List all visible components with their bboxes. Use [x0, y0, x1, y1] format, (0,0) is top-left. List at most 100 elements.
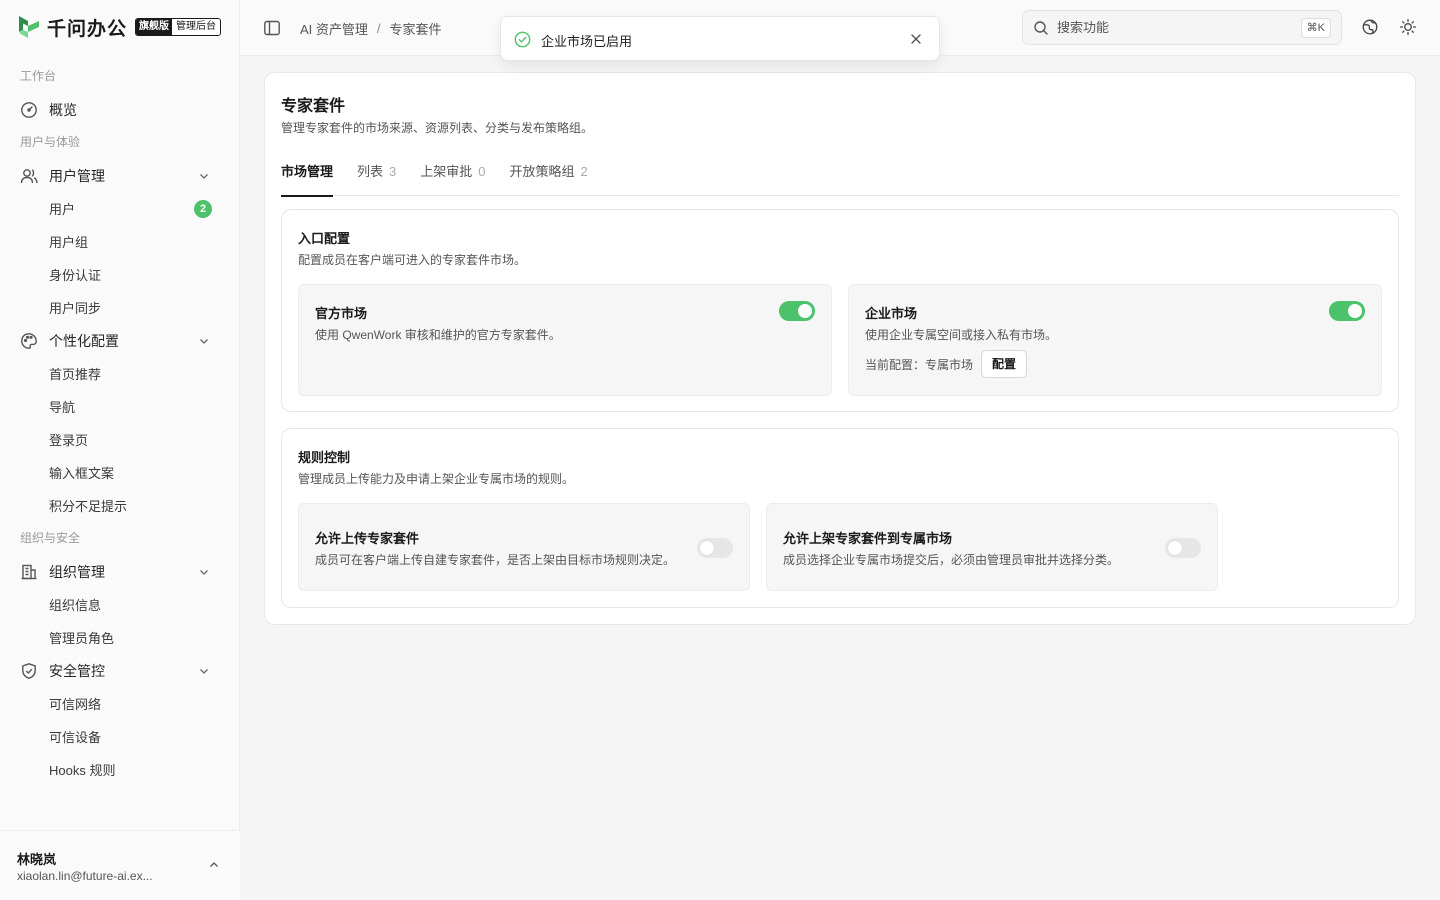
section-label-user-experience: 用户与体验	[20, 135, 81, 149]
sidebar-nav: 工作台 概览 用户与体验 用户管理 用户 2 用户组 身份认证 用户同步 个性化…	[0, 60, 240, 786]
breadcrumb-item-ai-assets[interactable]: AI 资产管理	[300, 19, 368, 38]
sidebar-item-user-groups[interactable]: 用户组	[0, 225, 240, 258]
tab-count: 0	[478, 164, 486, 179]
chevron-down-icon	[200, 174, 208, 179]
section-label-workbench: 工作台	[20, 69, 57, 83]
sidebar-item-org-info[interactable]: 组织信息	[0, 588, 240, 621]
sidebar-item-label: 导航	[49, 400, 76, 415]
user-account-menu[interactable]: 林晓岚 xiaolan.lin@future-ai.ex...	[0, 830, 240, 900]
success-toast: 企业市场已启用	[500, 16, 940, 61]
sidebar-item-label: 可信设备	[49, 730, 102, 745]
sidebar-item-users[interactable]: 用户 2	[0, 192, 240, 225]
building-icon	[21, 564, 37, 579]
sun-icon[interactable]	[1399, 18, 1417, 36]
breadcrumb-separator: /	[376, 21, 381, 36]
section-title: 规则控制	[298, 450, 351, 465]
tab-market-management[interactable]: 市场管理	[281, 158, 334, 197]
sidebar-group-label: 用户管理	[49, 167, 105, 184]
toggle-knob	[798, 304, 812, 318]
main-panel: 专家套件 管理专家套件的市场来源、资源列表、分类与发布策略组。 市场管理 列表 3…	[264, 72, 1416, 625]
sidebar-item-label: 首页推荐	[49, 367, 102, 382]
allow-publish-toggle[interactable]	[1165, 538, 1201, 558]
sidebar-group-label: 组织管理	[49, 563, 105, 580]
sidebar-item-label: 输入框文案	[49, 466, 115, 481]
sidebar: 千问办公 旗舰版 管理后台 工作台 概览 用户与体验 用户管理 用户 2 用户组…	[0, 0, 240, 900]
close-icon[interactable]	[910, 33, 922, 45]
sidebar-item-label: 用户同步	[49, 301, 102, 316]
sidebar-item-admin-roles[interactable]: 管理员角色	[0, 621, 240, 654]
page-description: 管理专家套件的市场来源、资源列表、分类与发布策略组。	[281, 121, 594, 135]
tab-label: 开放策略组	[509, 164, 575, 179]
option-title: 官方市场	[315, 306, 368, 321]
chevron-down-icon	[200, 570, 208, 575]
allow-upload-toggle[interactable]	[697, 538, 733, 558]
tab-open-policy-groups[interactable]: 开放策略组 2	[510, 158, 588, 196]
chevron-down-icon	[200, 669, 208, 674]
option-description: 成员选择企业专属市场提交后，必须由管理员审批并选择分类。	[783, 553, 1120, 567]
sidebar-item-label: 登录页	[49, 433, 89, 448]
chevron-up-icon	[210, 862, 218, 867]
sidebar-item-user-sync[interactable]: 用户同步	[0, 291, 240, 324]
section-description: 配置成员在客户端可进入的专家套件市场。	[298, 253, 527, 267]
option-description: 使用企业专属空间或接入私有市场。	[865, 328, 1058, 342]
sidebar-item-label: 概览	[49, 101, 77, 118]
sidebar-toggle-icon[interactable]	[263, 19, 281, 37]
current-config-value: 专属市场	[925, 357, 974, 372]
sidebar-item-label: 管理员角色	[49, 631, 115, 646]
option-description: 成员可在客户端上传自建专家套件，是否上架由目标市场规则决定。	[315, 553, 676, 567]
enterprise-market-toggle[interactable]	[1329, 301, 1365, 321]
official-market-toggle[interactable]	[779, 301, 815, 321]
tab-list[interactable]: 列表 3	[357, 158, 396, 196]
search-shortcut-hint: ⌘K	[1300, 18, 1331, 38]
edition-badge-label: 旗舰版	[136, 19, 173, 35]
sidebar-group-label: 安全管控	[49, 662, 105, 679]
option-title: 允许上传专家套件	[315, 531, 420, 546]
breadcrumb: AI 资产管理 / 专家套件	[300, 19, 442, 38]
brand-name: 千问办公	[47, 18, 128, 40]
tab-count: 3	[389, 164, 397, 179]
sidebar-item-credit-notice[interactable]: 积分不足提示	[0, 489, 240, 522]
configure-button[interactable]: 配置	[981, 350, 1028, 378]
sidebar-item-login-page[interactable]: 登录页	[0, 423, 240, 456]
user-name: 林晓岚	[17, 852, 57, 867]
sidebar-group-user-management[interactable]: 用户管理	[0, 159, 240, 192]
toggle-knob	[1168, 541, 1182, 555]
sidebar-item-trusted-devices[interactable]: 可信设备	[0, 720, 240, 753]
edition-badge: 旗舰版 管理后台	[135, 18, 222, 36]
section-title: 入口配置	[298, 231, 351, 246]
allow-upload-card: 允许上传专家套件 成员可在客户端上传自建专家套件，是否上架由目标市场规则决定。	[298, 503, 750, 591]
search-input[interactable]	[1057, 20, 1287, 35]
option-title: 企业市场	[865, 306, 918, 321]
sidebar-item-hooks-rules[interactable]: Hooks 规则	[0, 753, 240, 786]
sidebar-item-trusted-network[interactable]: 可信网络	[0, 687, 240, 720]
sidebar-item-navigation[interactable]: 导航	[0, 390, 240, 423]
tab-label: 上架审批	[420, 164, 473, 179]
option-description: 使用 QwenWork 审核和维护的官方专家套件。	[315, 328, 561, 342]
enterprise-market-card: 企业市场 使用企业专属空间或接入私有市场。 当前配置： 专属市场 配置	[848, 284, 1382, 396]
globe-icon[interactable]	[1361, 18, 1379, 36]
sidebar-group-personalization[interactable]: 个性化配置	[0, 324, 240, 357]
toast-message: 企业市场已启用	[541, 34, 633, 49]
sidebar-item-authentication[interactable]: 身份认证	[0, 258, 240, 291]
console-badge-label: 管理后台	[172, 19, 221, 35]
entry-config-section: 入口配置 配置成员在客户端可进入的专家套件市场。 官方市场 使用 QwenWor…	[281, 209, 1399, 412]
tab-count: 2	[580, 164, 588, 179]
page-title: 专家套件	[281, 98, 346, 115]
sidebar-group-security[interactable]: 安全管控	[0, 654, 240, 687]
search-box[interactable]: ⌘K	[1022, 10, 1342, 45]
shield-icon	[22, 662, 36, 679]
brand-logo[interactable]: 千问办公 旗舰版 管理后台	[17, 13, 222, 41]
sidebar-item-overview[interactable]: 概览	[0, 93, 240, 126]
search-icon	[1034, 20, 1048, 35]
palette-icon	[21, 332, 37, 349]
tab-label: 市场管理	[281, 164, 334, 179]
sidebar-item-input-copy[interactable]: 输入框文案	[0, 456, 240, 489]
sidebar-item-label: 用户	[49, 202, 76, 217]
current-config-row: 当前配置： 专属市场 配置	[865, 350, 1028, 378]
sidebar-item-home-recommend[interactable]: 首页推荐	[0, 357, 240, 390]
toggle-knob	[1348, 304, 1362, 318]
tab-bar: 市场管理 列表 3 上架审批 0 开放策略组 2	[281, 158, 1399, 197]
tab-listing-approval[interactable]: 上架审批 0	[420, 158, 485, 196]
sidebar-group-org-management[interactable]: 组织管理	[0, 555, 240, 588]
breadcrumb-item-expert-suite: 专家套件	[389, 22, 442, 37]
